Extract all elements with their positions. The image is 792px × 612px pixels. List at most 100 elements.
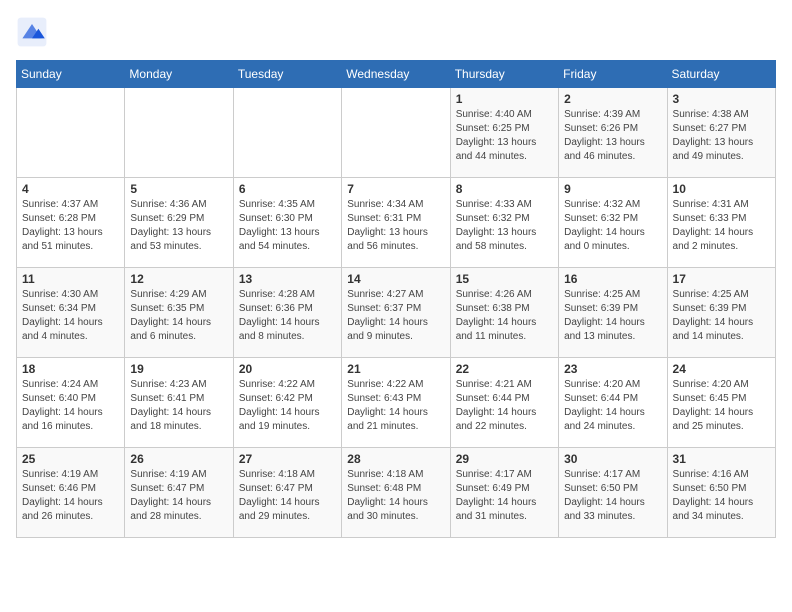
day-number: 12	[130, 272, 227, 286]
calendar-cell: 5 Sunrise: 4:36 AM Sunset: 6:29 PM Daylig…	[125, 178, 233, 268]
calendar-cell: 24 Sunrise: 4:20 AM Sunset: 6:45 PM Dayli…	[667, 358, 775, 448]
day-number: 21	[347, 362, 444, 376]
cell-content: Sunrise: 4:18 AM Sunset: 6:48 PM Dayligh…	[347, 468, 444, 524]
weekday-header-friday: Friday	[559, 61, 667, 88]
day-number: 1	[456, 92, 553, 106]
calendar-week-2: 4 Sunrise: 4:37 AM Sunset: 6:28 PM Daylig…	[17, 178, 776, 268]
cell-content: Sunrise: 4:27 AM Sunset: 6:37 PM Dayligh…	[347, 288, 444, 344]
cell-content: Sunrise: 4:40 AM Sunset: 6:25 PM Dayligh…	[456, 108, 553, 164]
cell-content: Sunrise: 4:32 AM Sunset: 6:32 PM Dayligh…	[564, 198, 661, 254]
weekday-header-sunday: Sunday	[17, 61, 125, 88]
calendar-table: SundayMondayTuesdayWednesdayThursdayFrid…	[16, 60, 776, 538]
day-number: 4	[22, 182, 119, 196]
calendar-cell: 7 Sunrise: 4:34 AM Sunset: 6:31 PM Daylig…	[342, 178, 450, 268]
day-number: 7	[347, 182, 444, 196]
weekday-header-thursday: Thursday	[450, 61, 558, 88]
calendar-cell: 19 Sunrise: 4:23 AM Sunset: 6:41 PM Dayli…	[125, 358, 233, 448]
calendar-cell: 18 Sunrise: 4:24 AM Sunset: 6:40 PM Dayli…	[17, 358, 125, 448]
calendar-cell: 11 Sunrise: 4:30 AM Sunset: 6:34 PM Dayli…	[17, 268, 125, 358]
weekday-header-tuesday: Tuesday	[233, 61, 341, 88]
calendar-cell: 26Sunrise: 4:19 AM Sunset: 6:47 PM Dayli…	[125, 448, 233, 538]
calendar-cell	[125, 88, 233, 178]
calendar-cell: 20Sunrise: 4:22 AM Sunset: 6:42 PM Dayli…	[233, 358, 341, 448]
cell-content: Sunrise: 4:17 AM Sunset: 6:49 PM Dayligh…	[456, 468, 553, 524]
day-number: 20	[239, 362, 336, 376]
calendar-cell	[17, 88, 125, 178]
cell-content: Sunrise: 4:21 AM Sunset: 6:44 PM Dayligh…	[456, 378, 553, 434]
calendar-cell: 1 Sunrise: 4:40 AM Sunset: 6:25 PM Daylig…	[450, 88, 558, 178]
day-number: 9	[564, 182, 661, 196]
logo	[16, 16, 52, 48]
day-number: 24	[673, 362, 770, 376]
calendar-cell: 13Sunrise: 4:28 AM Sunset: 6:36 PM Dayli…	[233, 268, 341, 358]
cell-content: Sunrise: 4:20 AM Sunset: 6:44 PM Dayligh…	[564, 378, 661, 434]
calendar-cell: 21 Sunrise: 4:22 AM Sunset: 6:43 PM Dayli…	[342, 358, 450, 448]
weekday-header-wednesday: Wednesday	[342, 61, 450, 88]
cell-content: Sunrise: 4:25 AM Sunset: 6:39 PM Dayligh…	[673, 288, 770, 344]
calendar-cell: 27Sunrise: 4:18 AM Sunset: 6:47 PM Dayli…	[233, 448, 341, 538]
calendar-cell: 9 Sunrise: 4:32 AM Sunset: 6:32 PM Daylig…	[559, 178, 667, 268]
day-number: 19	[130, 362, 227, 376]
calendar-week-4: 18 Sunrise: 4:24 AM Sunset: 6:40 PM Dayli…	[17, 358, 776, 448]
day-number: 25	[22, 452, 119, 466]
calendar-cell: 31 Sunrise: 4:16 AM Sunset: 6:50 PM Dayli…	[667, 448, 775, 538]
day-number: 14	[347, 272, 444, 286]
cell-content: Sunrise: 4:18 AM Sunset: 6:47 PM Dayligh…	[239, 468, 336, 524]
calendar-cell	[233, 88, 341, 178]
calendar-cell: 17 Sunrise: 4:25 AM Sunset: 6:39 PM Dayli…	[667, 268, 775, 358]
calendar-cell	[342, 88, 450, 178]
calendar-cell: 14 Sunrise: 4:27 AM Sunset: 6:37 PM Dayli…	[342, 268, 450, 358]
day-number: 31	[673, 452, 770, 466]
cell-content: Sunrise: 4:16 AM Sunset: 6:50 PM Dayligh…	[673, 468, 770, 524]
calendar-week-1: 1 Sunrise: 4:40 AM Sunset: 6:25 PM Daylig…	[17, 88, 776, 178]
day-number: 18	[22, 362, 119, 376]
calendar-cell: 3 Sunrise: 4:38 AM Sunset: 6:27 PM Daylig…	[667, 88, 775, 178]
calendar-week-3: 11 Sunrise: 4:30 AM Sunset: 6:34 PM Dayli…	[17, 268, 776, 358]
cell-content: Sunrise: 4:23 AM Sunset: 6:41 PM Dayligh…	[130, 378, 227, 434]
cell-content: Sunrise: 4:25 AM Sunset: 6:39 PM Dayligh…	[564, 288, 661, 344]
calendar-cell: 16 Sunrise: 4:25 AM Sunset: 6:39 PM Dayli…	[559, 268, 667, 358]
day-number: 23	[564, 362, 661, 376]
cell-content: Sunrise: 4:34 AM Sunset: 6:31 PM Dayligh…	[347, 198, 444, 254]
cell-content: Sunrise: 4:37 AM Sunset: 6:28 PM Dayligh…	[22, 198, 119, 254]
cell-content: Sunrise: 4:22 AM Sunset: 6:43 PM Dayligh…	[347, 378, 444, 434]
cell-content: Sunrise: 4:35 AM Sunset: 6:30 PM Dayligh…	[239, 198, 336, 254]
day-number: 13	[239, 272, 336, 286]
calendar-cell: 6 Sunrise: 4:35 AM Sunset: 6:30 PM Daylig…	[233, 178, 341, 268]
day-number: 6	[239, 182, 336, 196]
day-number: 16	[564, 272, 661, 286]
calendar-cell: 10 Sunrise: 4:31 AM Sunset: 6:33 PM Dayli…	[667, 178, 775, 268]
calendar-cell: 4 Sunrise: 4:37 AM Sunset: 6:28 PM Daylig…	[17, 178, 125, 268]
day-number: 30	[564, 452, 661, 466]
calendar-cell: 12Sunrise: 4:29 AM Sunset: 6:35 PM Dayli…	[125, 268, 233, 358]
cell-content: Sunrise: 4:20 AM Sunset: 6:45 PM Dayligh…	[673, 378, 770, 434]
cell-content: Sunrise: 4:19 AM Sunset: 6:47 PM Dayligh…	[130, 468, 227, 524]
day-number: 8	[456, 182, 553, 196]
day-number: 22	[456, 362, 553, 376]
day-number: 3	[673, 92, 770, 106]
day-number: 15	[456, 272, 553, 286]
calendar-cell: 23 Sunrise: 4:20 AM Sunset: 6:44 PM Dayli…	[559, 358, 667, 448]
cell-content: Sunrise: 4:39 AM Sunset: 6:26 PM Dayligh…	[564, 108, 661, 164]
day-number: 17	[673, 272, 770, 286]
calendar-cell: 8 Sunrise: 4:33 AM Sunset: 6:32 PM Daylig…	[450, 178, 558, 268]
cell-content: Sunrise: 4:36 AM Sunset: 6:29 PM Dayligh…	[130, 198, 227, 254]
page-header	[16, 16, 776, 48]
cell-content: Sunrise: 4:38 AM Sunset: 6:27 PM Dayligh…	[673, 108, 770, 164]
weekday-header-row: SundayMondayTuesdayWednesdayThursdayFrid…	[17, 61, 776, 88]
calendar-header: SundayMondayTuesdayWednesdayThursdayFrid…	[17, 61, 776, 88]
cell-content: Sunrise: 4:19 AM Sunset: 6:46 PM Dayligh…	[22, 468, 119, 524]
calendar-cell: 15Sunrise: 4:26 AM Sunset: 6:38 PM Dayli…	[450, 268, 558, 358]
calendar-cell: 29 Sunrise: 4:17 AM Sunset: 6:49 PM Dayli…	[450, 448, 558, 538]
weekday-header-saturday: Saturday	[667, 61, 775, 88]
cell-content: Sunrise: 4:24 AM Sunset: 6:40 PM Dayligh…	[22, 378, 119, 434]
day-number: 29	[456, 452, 553, 466]
day-number: 10	[673, 182, 770, 196]
day-number: 11	[22, 272, 119, 286]
cell-content: Sunrise: 4:33 AM Sunset: 6:32 PM Dayligh…	[456, 198, 553, 254]
cell-content: Sunrise: 4:31 AM Sunset: 6:33 PM Dayligh…	[673, 198, 770, 254]
day-number: 5	[130, 182, 227, 196]
calendar-cell: 25 Sunrise: 4:19 AM Sunset: 6:46 PM Dayli…	[17, 448, 125, 538]
cell-content: Sunrise: 4:30 AM Sunset: 6:34 PM Dayligh…	[22, 288, 119, 344]
cell-content: Sunrise: 4:17 AM Sunset: 6:50 PM Dayligh…	[564, 468, 661, 524]
